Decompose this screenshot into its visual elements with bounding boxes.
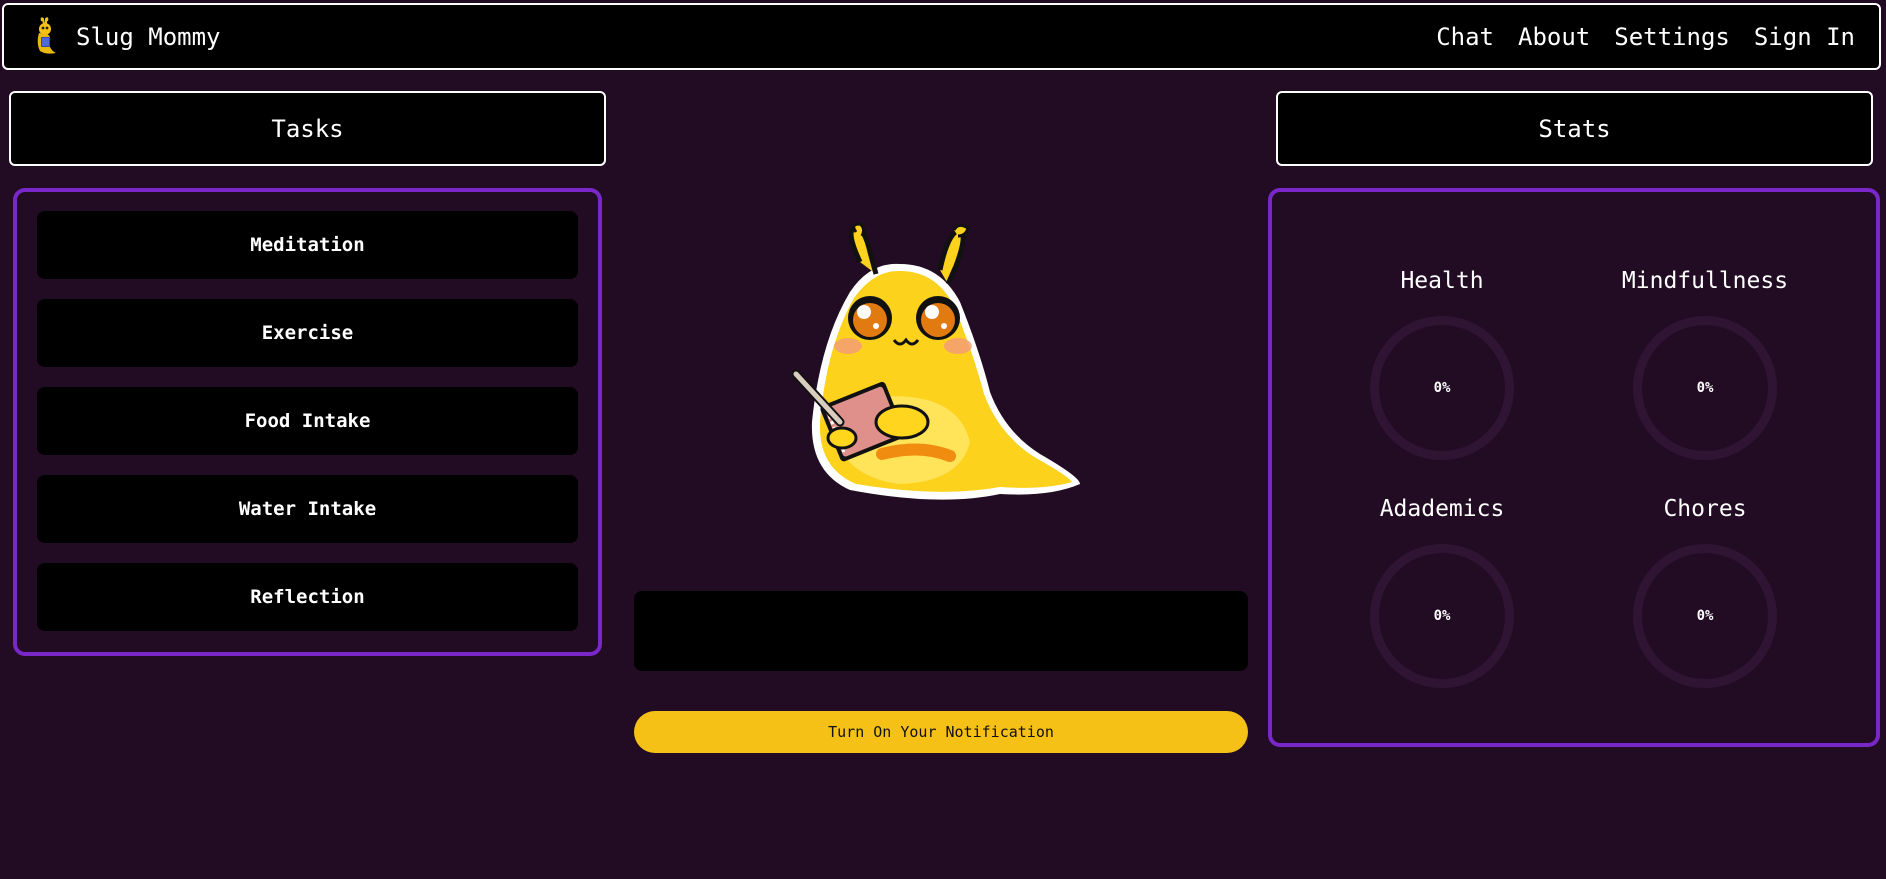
stat-label: Chores (1663, 496, 1747, 522)
stat-chores: Chores 0% (1605, 494, 1805, 688)
stats-header: Stats (1276, 91, 1873, 166)
stat-adademics: Adademics 0% (1342, 494, 1542, 688)
nav-link-chat[interactable]: Chat (1436, 23, 1494, 51)
task-water-intake[interactable]: Water Intake (37, 475, 578, 543)
stat-value: 0% (1696, 380, 1714, 396)
nav-links: Chat About Settings Sign In (1436, 23, 1855, 51)
tasks-panel: Meditation Exercise Food Intake Water In… (13, 188, 602, 656)
nav-link-about[interactable]: About (1518, 23, 1590, 51)
nav-link-sign-in[interactable]: Sign In (1754, 23, 1855, 51)
stat-value: 0% (1433, 608, 1451, 624)
progress-ring: 0% (1370, 544, 1514, 688)
nav-link-settings[interactable]: Settings (1614, 23, 1730, 51)
task-meditation[interactable]: Meditation (37, 211, 578, 279)
stat-health: Health 0% (1342, 266, 1542, 460)
turn-on-notification-button[interactable]: Turn On Your Notification (634, 711, 1248, 753)
tasks-header: Tasks (9, 91, 606, 166)
progress-ring: 0% (1633, 544, 1777, 688)
task-food-intake[interactable]: Food Intake (37, 387, 578, 455)
stat-value: 0% (1696, 608, 1714, 624)
stat-mindfullness: Mindfullness 0% (1605, 266, 1805, 460)
slug-logo-icon (37, 16, 56, 54)
task-exercise[interactable]: Exercise (37, 299, 578, 367)
brand-name: Slug Mommy (76, 22, 221, 51)
stat-value: 0% (1433, 380, 1451, 396)
task-reflection[interactable]: Reflection (37, 563, 578, 631)
message-box (634, 591, 1248, 671)
stat-label: Mindfullness (1621, 268, 1789, 294)
progress-ring: 0% (1370, 316, 1514, 460)
stat-label: Health (1400, 268, 1484, 294)
stat-label: Adademics (1379, 496, 1505, 522)
progress-ring: 0% (1633, 316, 1777, 460)
navbar: Slug Mommy Chat About Settings Sign In (2, 3, 1881, 70)
slug-mascot-image (791, 222, 1080, 500)
brand-link[interactable]: Slug Mommy (30, 16, 221, 57)
